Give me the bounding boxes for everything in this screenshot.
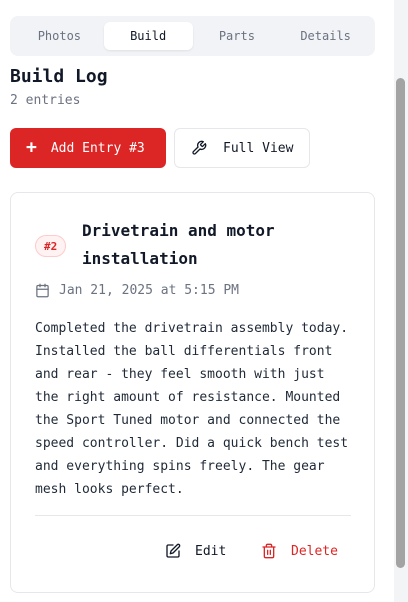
tab-build[interactable]: Build	[103, 22, 193, 50]
wrench-icon	[191, 140, 207, 156]
tab-photos[interactable]: Photos	[15, 22, 104, 50]
build-entry-card: #2 Drivetrain and motor installation Jan…	[10, 192, 375, 593]
entry-number-badge: #2	[35, 235, 67, 257]
edit-label: Edit	[195, 543, 227, 559]
entry-title: Drivetrain and motor installation	[82, 221, 275, 268]
plus-icon: +	[26, 137, 37, 158]
delete-label: Delete	[291, 543, 338, 559]
add-entry-label: Add Entry #3	[50, 140, 145, 156]
page-title: Build Log	[10, 66, 108, 87]
calendar-icon	[35, 283, 50, 298]
card-divider	[35, 515, 351, 516]
tab-bar: Photos Build Parts Details	[10, 16, 375, 56]
scrollbar-thumb[interactable]	[396, 78, 405, 568]
entry-date: Jan 21, 2025 at 5:15 PM	[35, 283, 239, 298]
build-log-panel: Photos Build Parts Details Build Log 2 e…	[0, 0, 408, 602]
entry-date-text: Jan 21, 2025 at 5:15 PM	[59, 283, 240, 298]
full-view-label: Full View	[223, 140, 294, 156]
entry-body: Completed the drivetrain assembly today.…	[35, 321, 349, 497]
edit-button[interactable]: Edit	[165, 537, 226, 565]
full-view-button[interactable]: Full View	[174, 128, 310, 168]
entry-count: 2 entries	[10, 93, 81, 108]
edit-icon	[165, 543, 181, 559]
delete-button[interactable]: Delete	[261, 537, 338, 565]
add-entry-button[interactable]: + Add Entry #3	[10, 128, 166, 168]
tab-details[interactable]: Details	[281, 22, 370, 50]
trash-icon	[261, 543, 277, 559]
tab-parts[interactable]: Parts	[193, 22, 282, 50]
